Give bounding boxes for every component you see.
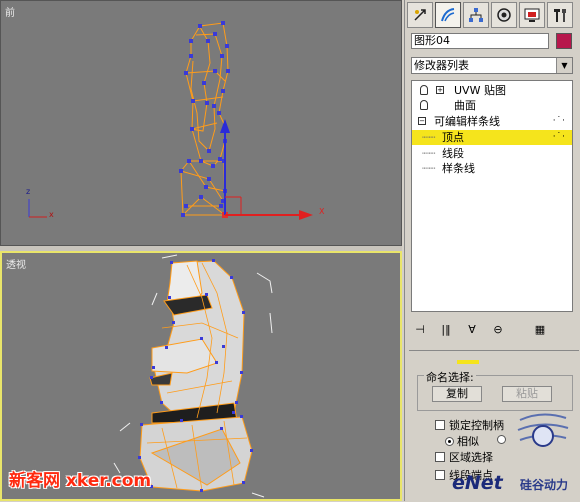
utilities-tab[interactable]	[547, 2, 573, 28]
checkbox-icon	[435, 452, 445, 462]
stack-item-label: 顶点	[442, 131, 464, 144]
object-name-field[interactable]: 图形04	[411, 33, 549, 49]
chevron-down-icon[interactable]: ▼	[556, 58, 572, 73]
motion-icon	[497, 8, 511, 22]
display-icon	[524, 8, 540, 22]
sublevel-dots-icon: ·˙·	[552, 116, 566, 126]
remove-modifier-button[interactable]: ⊖	[489, 320, 507, 338]
vertex-dots-icon: ·˙·	[552, 132, 566, 142]
make-unique-button[interactable]: ∀	[463, 320, 481, 338]
show-end-result-button[interactable]: |‖	[437, 320, 455, 338]
tree-line-icon: ┈┈	[422, 131, 436, 144]
enet-subtitle-watermark: 硅谷动力	[520, 478, 569, 492]
front-axis-z-label: z	[26, 187, 31, 196]
expand-icon[interactable]: +	[436, 86, 444, 94]
motion-tab[interactable]	[491, 2, 517, 28]
lock-handles-checkbox[interactable]: 锁定控制柄	[435, 417, 504, 433]
lock-handles-label: 锁定控制柄	[449, 419, 504, 432]
lightbulb-icon[interactable]	[420, 85, 428, 95]
front-viewport[interactable]: 前 X z x	[0, 0, 402, 246]
perspective-viewport-canvas	[113, 254, 273, 498]
stack-subitem-spline[interactable]: ┈┈ 样条线	[412, 161, 572, 176]
stack-subitem-vertex[interactable]: ┈┈ 顶点 ·˙·	[412, 130, 572, 145]
make-unique-icon: ∀	[468, 322, 476, 336]
stack-subitem-segment[interactable]: ┈┈ 线段	[412, 146, 572, 161]
stack-item-label: 样条线	[442, 162, 475, 175]
all-radio[interactable]	[497, 433, 509, 446]
stack-item-label: 可编辑样条线	[434, 115, 500, 128]
enet-watermark: eNet	[452, 472, 503, 494]
trash-icon: ⊖	[493, 322, 503, 336]
configure-icon: ▦	[534, 322, 546, 336]
front-axis-x-label: x	[49, 210, 54, 219]
rollout-header-bar[interactable]	[457, 360, 479, 364]
modify-icon	[441, 8, 455, 22]
modifier-list-label: 修改器列表	[414, 59, 469, 72]
enet-wings-logo	[517, 413, 569, 447]
create-icon	[414, 9, 426, 21]
pin-icon: ⊣	[415, 322, 425, 336]
modify-tab[interactable]	[435, 2, 461, 28]
radio-icon	[445, 437, 454, 446]
copy-button[interactable]: 复制	[432, 386, 482, 402]
stack-item-label: 线段	[442, 147, 464, 160]
command-panel-tabs	[407, 2, 579, 30]
area-selection-checkbox[interactable]: 区域选择	[435, 449, 493, 465]
pin-stack-button[interactable]: ⊣	[411, 320, 429, 338]
end-result-icon: |‖	[441, 322, 451, 336]
hierarchy-icon	[469, 8, 483, 22]
stack-toolbar: ⊣ |‖ ∀ ⊖ ▦	[411, 318, 575, 340]
checkbox-icon	[435, 470, 445, 480]
front-viewport-canvas: X	[28, 21, 325, 220]
display-tab[interactable]	[519, 2, 545, 28]
area-selection-label: 区域选择	[449, 451, 493, 464]
utilities-icon	[554, 9, 566, 22]
similar-radio[interactable]: 相似	[445, 433, 479, 449]
xker-watermark: 新客网 xker.com	[9, 471, 152, 491]
tree-line-icon: ┈┈	[422, 147, 436, 160]
radio-icon	[497, 435, 506, 444]
move-gizmo: X	[220, 119, 325, 220]
create-tab[interactable]	[407, 2, 433, 28]
collapse-icon[interactable]: −	[418, 117, 426, 125]
stack-item-surface[interactable]: 曲面	[412, 98, 572, 113]
stack-item-label: 曲面	[454, 99, 476, 112]
stack-item-label: UVW 贴图	[454, 84, 506, 97]
configure-sets-button[interactable]: ▦	[531, 320, 549, 338]
modifier-list-dropdown[interactable]: 修改器列表 ▼	[411, 57, 573, 74]
lightbulb-icon[interactable]	[420, 100, 428, 110]
svg-text:X: X	[319, 207, 325, 216]
perspective-viewport[interactable]: 透视	[0, 251, 402, 501]
hierarchy-tab[interactable]	[463, 2, 489, 28]
stack-item-uvw-map[interactable]: + UVW 贴图	[412, 83, 572, 98]
tree-line-icon: ┈┈	[422, 162, 436, 175]
similar-label: 相似	[457, 435, 479, 448]
named-selection-label: 命名选择:	[424, 369, 476, 385]
stack-item-editable-spline[interactable]: − 可编辑样条线 ·˙·	[412, 114, 572, 129]
object-color-swatch[interactable]	[556, 33, 572, 49]
modifier-stack[interactable]: + UVW 贴图 曲面 − 可编辑样条线 ·˙· ┈┈ 顶点 ·˙· ┈┈ 线段…	[411, 80, 573, 312]
checkbox-icon	[435, 420, 445, 430]
